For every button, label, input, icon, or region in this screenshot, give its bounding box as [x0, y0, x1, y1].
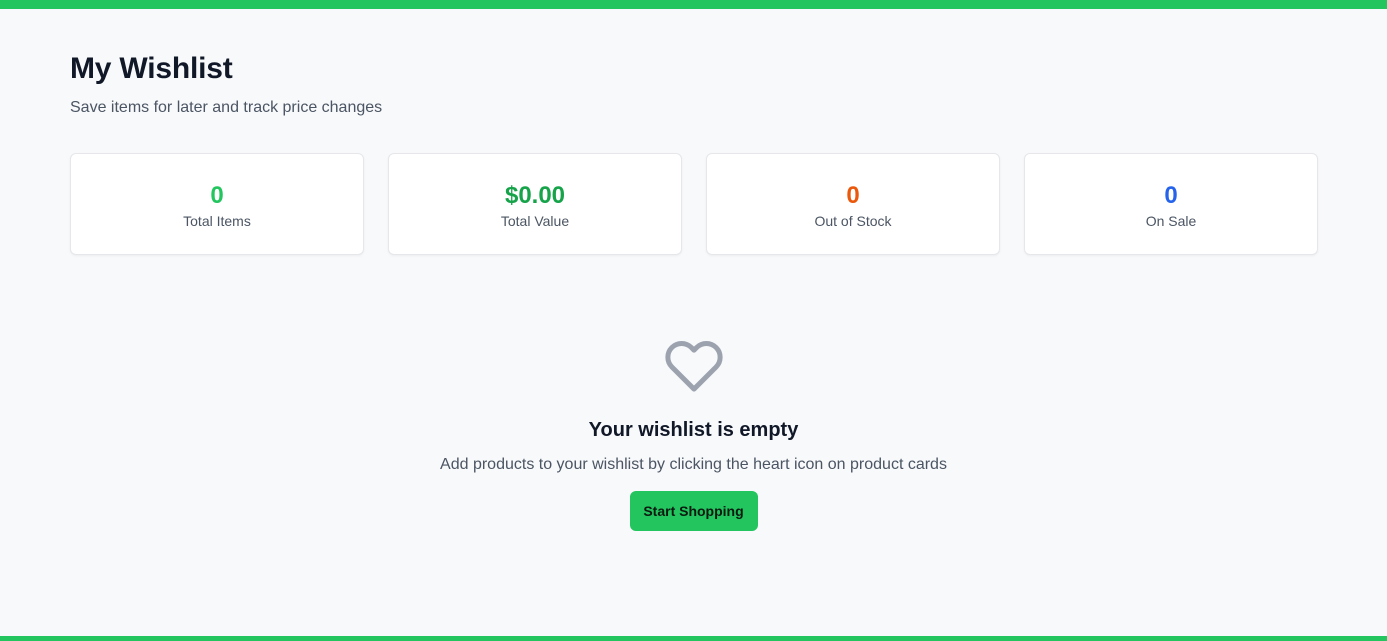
- top-accent-bar: [0, 0, 1387, 9]
- page-title: My Wishlist: [70, 52, 233, 85]
- on-sale-label: On Sale: [1145, 212, 1197, 229]
- stat-card-total-value: $0.00 Total Value: [388, 153, 682, 255]
- total-items-label: Total Items: [183, 212, 251, 229]
- total-items-value: 0: [210, 181, 224, 209]
- stat-card-out-of-stock: 0 Out of Stock: [706, 153, 1000, 255]
- total-value-value: $0.00: [504, 181, 566, 209]
- page-subtitle: Save items for later and track price cha…: [70, 99, 383, 116]
- start-shopping-button[interactable]: Start Shopping: [629, 491, 758, 531]
- empty-state-title: Your wishlist is empty: [588, 419, 799, 441]
- empty-state: Your wishlist is empty Add products to y…: [0, 336, 1387, 531]
- empty-state-description: Add products to your wishlist by clickin…: [440, 456, 947, 473]
- total-value-label: Total Value: [500, 212, 570, 229]
- out-of-stock-value: 0: [846, 181, 860, 209]
- out-of-stock-label: Out of Stock: [814, 212, 892, 229]
- stat-card-total-items: 0 Total Items: [70, 153, 364, 255]
- bottom-accent-bar: [0, 636, 1387, 641]
- on-sale-value: 0: [1164, 181, 1178, 209]
- heart-icon: [664, 341, 723, 392]
- stat-card-on-sale: 0 On Sale: [1024, 153, 1318, 255]
- stats-row: 0 Total Items $0.00 Total Value 0 Out of…: [70, 153, 1318, 255]
